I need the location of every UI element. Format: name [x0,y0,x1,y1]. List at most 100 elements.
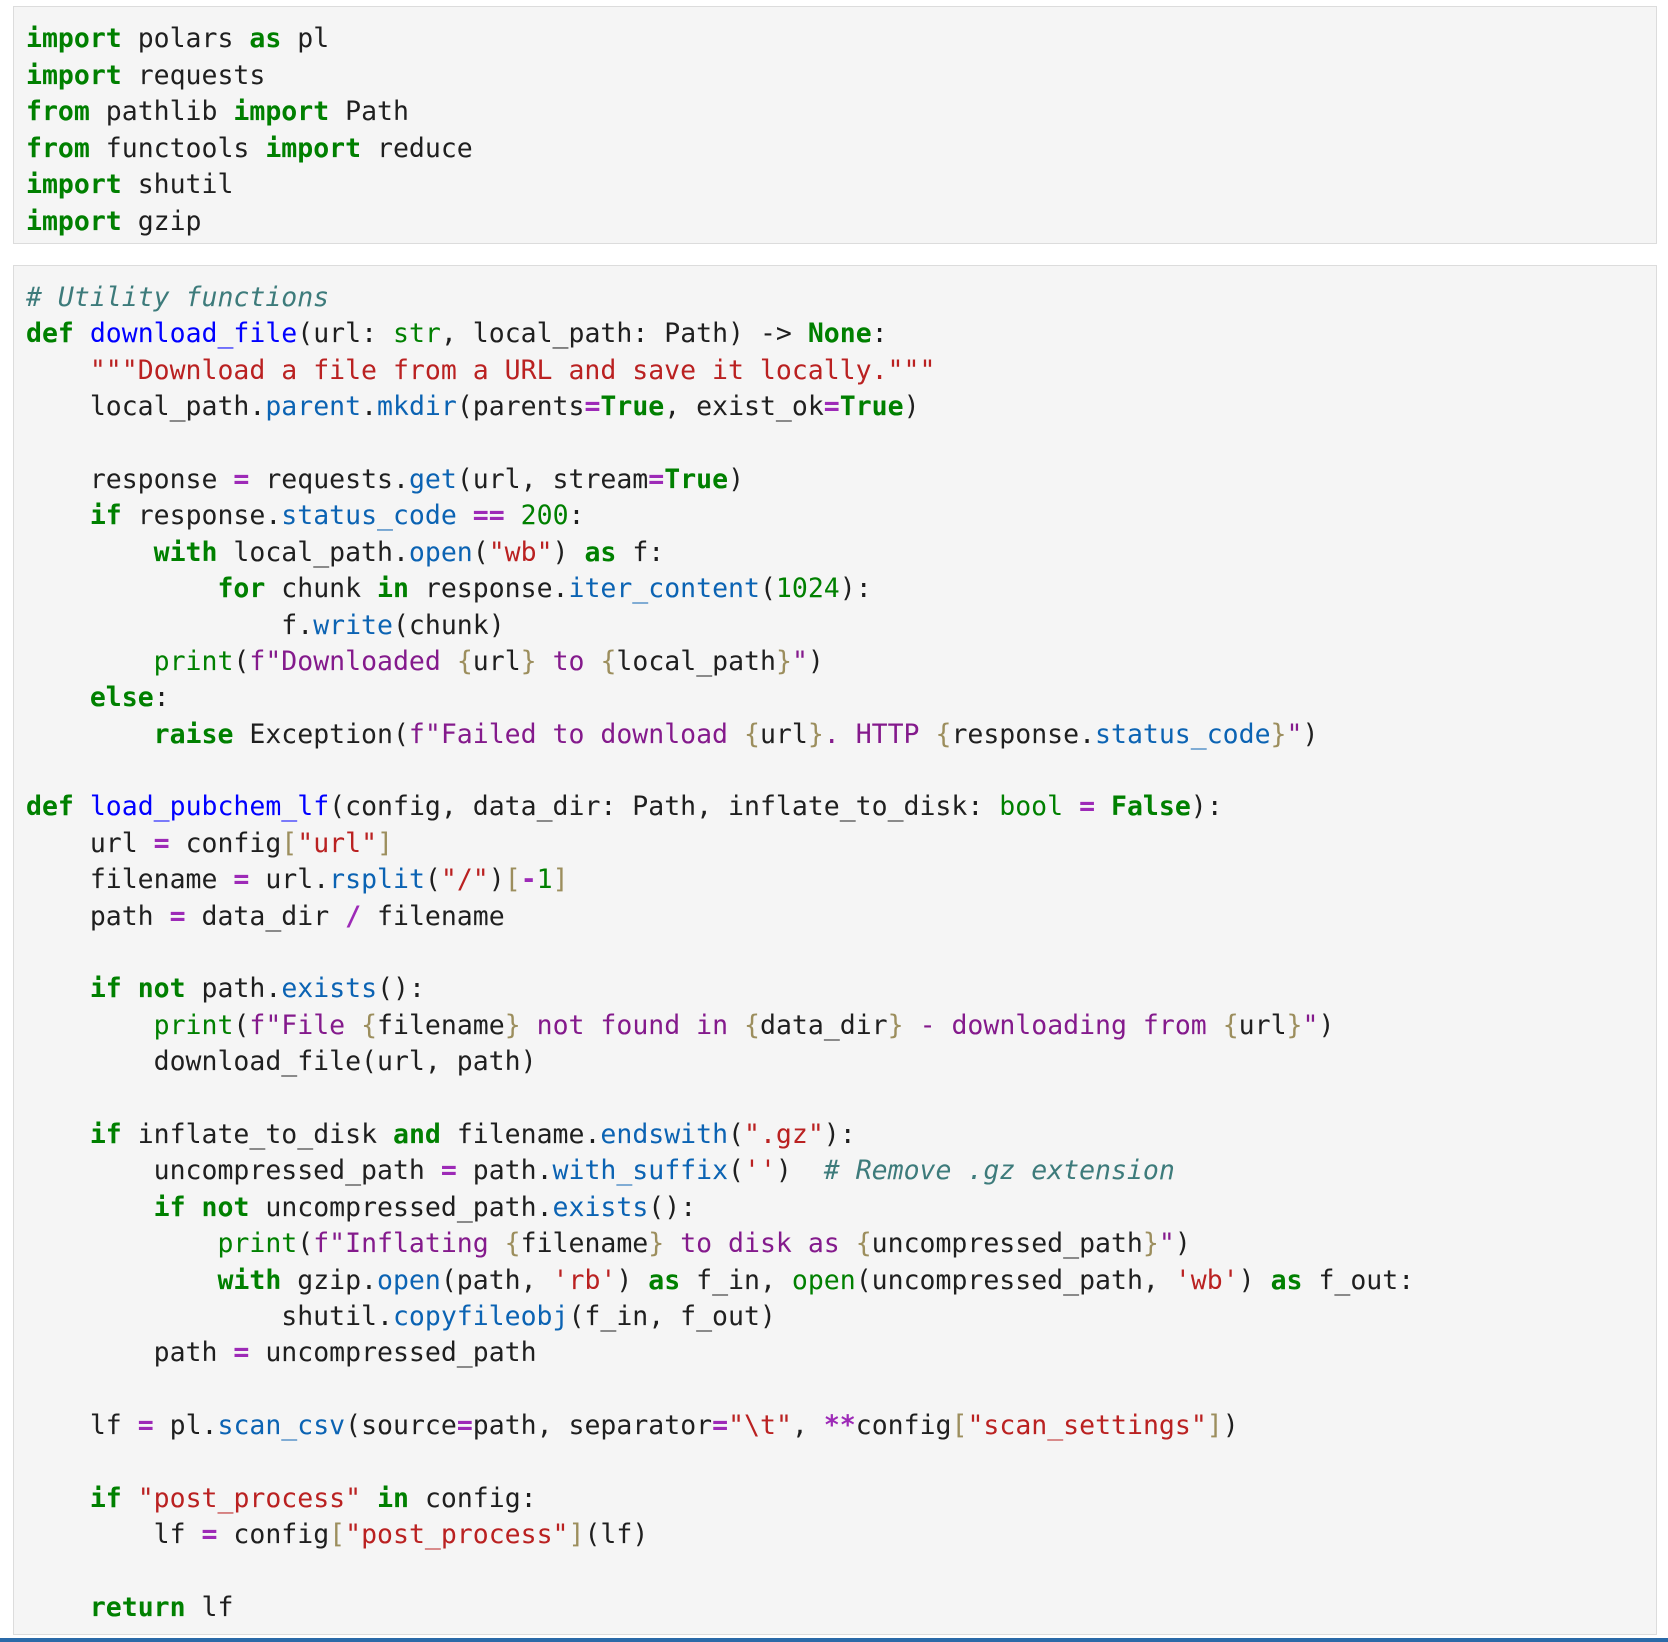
code-line[interactable]: if "post_process" in config: [26,1481,1656,1517]
code-line[interactable]: if inflate_to_disk and filename.endswith… [26,1117,1656,1153]
code-line[interactable]: ​ [26,753,1656,789]
interpolation-brace-token: { [744,1009,760,1041]
code-text-token: config [855,1410,952,1442]
code-line[interactable]: from functools import reduce [26,131,1656,168]
code-text-token: uncompressed_path [871,1228,1143,1260]
code-line[interactable]: def load_pubchem_lf(config, data_dir: Pa… [26,789,1656,825]
code-text-token: ) [1302,718,1319,750]
code-text-token: ): [823,1118,856,1150]
interpolation-brace-token: { [935,718,952,750]
code-text-token: ) [775,1155,824,1187]
operator-token: = [233,864,250,896]
code-line[interactable]: ​ [26,426,1656,462]
keyword-token: import [265,132,362,164]
code-line[interactable]: if response.status_code == 200: [26,498,1656,534]
operator-token: = [233,1337,250,1369]
code-text-token: (uncompressed_path, [855,1264,1175,1296]
string-token: "url" [297,827,378,859]
code-line[interactable]: raise Exception(f"Failed to download {ur… [26,717,1656,753]
code-line[interactable]: import shutil [26,167,1656,204]
code-line[interactable]: ​ [26,935,1656,971]
code-line[interactable]: lf = pl.scan_csv(source=path, separator=… [26,1408,1656,1444]
attribute-token: with_suffix [552,1155,729,1187]
code-text-token: filename [520,1228,649,1260]
code-text-token: ( [728,1118,745,1150]
code-text-token: requests [121,59,266,91]
code-text-token: ( [728,1155,744,1187]
code-line[interactable]: path = data_dir / filename [26,899,1656,935]
operator-token: = [456,1410,473,1442]
code-text-token: : [153,682,170,714]
function-name-token: download_file [89,318,298,350]
code-line[interactable]: ​ [26,1081,1656,1117]
code-line[interactable]: local_path.parent.mkdir(parents=True, ex… [26,389,1656,425]
code-text-token: ( [424,864,441,896]
code-text-token: local_path. [217,536,409,568]
code-line[interactable]: else: [26,680,1656,716]
attribute-token: status_code [1095,718,1271,750]
code-line[interactable]: uncompressed_path = path.with_suffix('')… [26,1153,1656,1189]
code-line[interactable]: lf = config["post_process"](lf) [26,1517,1656,1553]
code-line[interactable]: print(f"File {filename} not found in {da… [26,1008,1656,1044]
string-token: 'wb' [1174,1264,1239,1296]
code-text-token: ) [807,645,824,677]
code-line[interactable]: if not uncompressed_path.exists(): [26,1190,1656,1226]
keyword-token: as [249,23,282,54]
code-text-token: (url: [297,318,393,350]
string-token: "scan_settings" [967,1410,1207,1442]
attribute-token: rsplit [329,864,425,896]
code-editor-utility-functions[interactable]: # Utility functions def download_file(url… [26,280,1656,1626]
code-cell-imports[interactable]: import polars as pl import requests from p… [13,6,1657,244]
code-line[interactable]: download_file(url, path) [26,1044,1656,1080]
code-text-token: path, separator [472,1410,713,1442]
fstring-token: not found in [520,1009,745,1041]
attribute-token: mkdir [377,391,457,423]
code-line[interactable]: print(f"Downloaded {url} to {local_path}… [26,644,1656,680]
code-line[interactable]: response = requests.get(url, stream=True… [26,462,1656,498]
code-line[interactable]: f.write(chunk) [26,608,1656,644]
keyword-token: raise [153,718,234,750]
code-line[interactable]: with gzip.open(path, 'rb') as f_in, open… [26,1263,1656,1299]
code-editor-imports[interactable]: import polars as pl import requests from p… [26,21,1656,240]
code-line[interactable]: filename = url.rsplit("/")[-1] [26,862,1656,898]
code-text-token: (path, [440,1264,553,1296]
code-text-token: ( [233,645,250,677]
string-token: "post_process" [345,1519,569,1551]
code-line[interactable]: for chunk in response.iter_content(1024)… [26,571,1656,607]
code-line[interactable]: ​ [26,1554,1656,1590]
code-line[interactable]: import requests [26,58,1656,95]
code-line[interactable]: url = config["url"] [26,826,1656,862]
code-line[interactable]: ​ [26,1445,1656,1481]
code-text-token: lf [185,1592,234,1624]
code-text-token: ( [233,1009,250,1041]
keyword-token: else [89,682,154,714]
code-line[interactable]: """Download a file from a URL and save i… [26,353,1656,389]
code-line[interactable]: import gzip [26,204,1656,241]
code-line[interactable]: ​ [26,1372,1656,1408]
fstring-token: " [1158,1228,1175,1260]
code-cell-utility-functions[interactable]: # Utility functions def download_file(url… [13,265,1657,1635]
code-line[interactable]: if not path.exists(): [26,971,1656,1007]
code-text-token: config [169,827,282,859]
keyword-token: if [153,1191,186,1223]
code-line[interactable]: return lf [26,1590,1656,1626]
code-text-token: filename. [440,1118,601,1150]
code-line[interactable]: with local_path.open("wb") as f: [26,535,1656,571]
code-line[interactable]: print(f"Inflating {filename} to disk as … [26,1226,1656,1262]
code-line[interactable]: from pathlib import Path [26,94,1656,131]
code-line[interactable]: def download_file(url: str, local_path: … [26,316,1656,352]
code-text-token: (source [345,1410,457,1442]
code-line[interactable]: # Utility functions [26,280,1656,316]
code-line[interactable]: import polars as pl [26,21,1656,58]
code-text-token: data_dir [760,1009,888,1041]
code-line[interactable]: path = uncompressed_path [26,1335,1656,1371]
code-line[interactable]: shutil.copyfileobj(f_in, f_out) [26,1299,1656,1335]
builtin-token: print [153,1009,234,1041]
